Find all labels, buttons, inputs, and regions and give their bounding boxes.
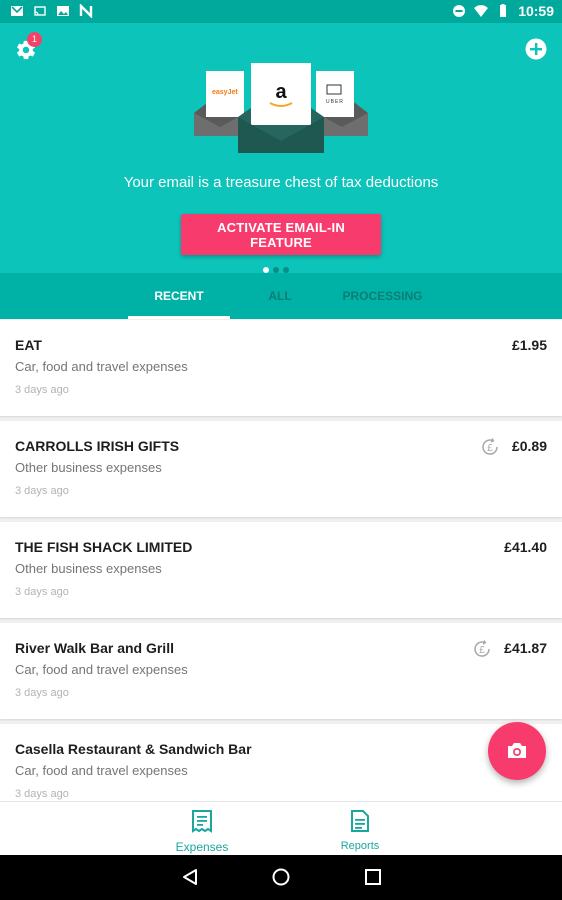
dnd-icon: [453, 5, 466, 17]
svg-text:£: £: [487, 443, 493, 454]
nav-expenses-label: Expenses: [175, 840, 229, 854]
home-icon[interactable]: [271, 867, 291, 887]
tab-recent[interactable]: RECENT: [128, 273, 230, 319]
activate-email-in-button[interactable]: ACTIVATE EMAIL-IN FEATURE: [181, 214, 381, 255]
expense-date: 3 days ago: [15, 485, 69, 497]
list-item[interactable]: Casella Restaurant & Sandwich Bar Car, f…: [0, 724, 562, 801]
image-icon: [57, 6, 69, 16]
recents-icon[interactable]: [363, 867, 383, 887]
amazon-logo: a: [275, 81, 287, 103]
list-item[interactable]: CARROLLS IRISH GIFTS Other business expe…: [0, 421, 562, 517]
expense-list[interactable]: EAT Car, food and travel expenses 3 days…: [0, 320, 562, 801]
svg-text:£: £: [479, 645, 485, 656]
merchant-name: CARROLLS IRISH GIFTS: [15, 438, 180, 454]
notification-badge: 1: [27, 32, 42, 47]
list-item[interactable]: EAT Car, food and travel expenses 3 days…: [0, 320, 562, 416]
expense-category: Car, food and travel expenses: [15, 763, 188, 778]
expense-amount: £0.89: [511, 438, 547, 454]
nav-expenses[interactable]: Expenses: [162, 809, 242, 854]
back-icon[interactable]: [180, 867, 200, 887]
merchant-name: River Walk Bar and Grill: [15, 640, 174, 656]
expense-category: Car, food and travel expenses: [15, 359, 188, 374]
receipt-icon: [192, 810, 212, 833]
expense-date: 3 days ago: [15, 384, 69, 396]
status-time: 10:59: [518, 3, 554, 19]
cast-icon: [34, 6, 46, 16]
expense-date: 3 days ago: [15, 788, 69, 800]
expense-amount: £41.40: [504, 539, 547, 555]
active-tab-indicator: [128, 316, 230, 319]
expense-amount: £41.87: [504, 640, 547, 656]
n-icon: [79, 4, 93, 18]
battery-icon: [500, 4, 507, 17]
system-navigation-bar: [0, 855, 562, 900]
expense-date: 3 days ago: [15, 586, 69, 598]
expense-date: 3 days ago: [15, 687, 69, 699]
processing-pound-icon: £: [474, 640, 490, 657]
expense-tabs: RECENT ALL PROCESSING: [0, 273, 562, 319]
merchant-name: Casella Restaurant & Sandwich Bar: [15, 741, 252, 757]
expense-amount: £1.95: [511, 337, 547, 353]
list-item[interactable]: River Walk Bar and Grill Car, food and t…: [0, 623, 562, 719]
add-receipt-camera-button[interactable]: [488, 722, 546, 780]
expense-category: Other business expenses: [15, 460, 162, 475]
nav-reports[interactable]: Reports: [320, 809, 400, 852]
camera-icon: [508, 743, 526, 758]
add-icon[interactable]: [525, 38, 547, 60]
report-document-icon: [351, 810, 369, 832]
nav-reports-label: Reports: [340, 840, 380, 852]
banner-tagline: Your email is a treasure chest of tax de…: [123, 174, 439, 191]
easyjet-logo: easyJet: [212, 89, 238, 96]
merchant-name: EAT: [15, 337, 42, 353]
email-in-banner: 1 easyJet UBER a Your email is a treasur…: [0, 23, 562, 273]
uber-logo: UBER: [326, 99, 344, 105]
status-bar: 10:59: [0, 0, 562, 23]
gmail-icon: [11, 6, 23, 16]
list-item[interactable]: THE FISH SHACK LIMITED Other business ex…: [0, 522, 562, 618]
tab-processing[interactable]: PROCESSING: [330, 273, 435, 319]
processing-pound-icon: £: [482, 438, 498, 455]
merchant-name: THE FISH SHACK LIMITED: [15, 539, 193, 555]
expense-category: Car, food and travel expenses: [15, 662, 188, 677]
expense-category: Other business expenses: [15, 561, 162, 576]
bottom-navigation: Expenses Reports: [0, 801, 562, 856]
tab-all[interactable]: ALL: [240, 273, 320, 319]
email-envelopes-illustration: easyJet UBER a: [194, 63, 368, 153]
wifi-icon: [474, 5, 489, 17]
